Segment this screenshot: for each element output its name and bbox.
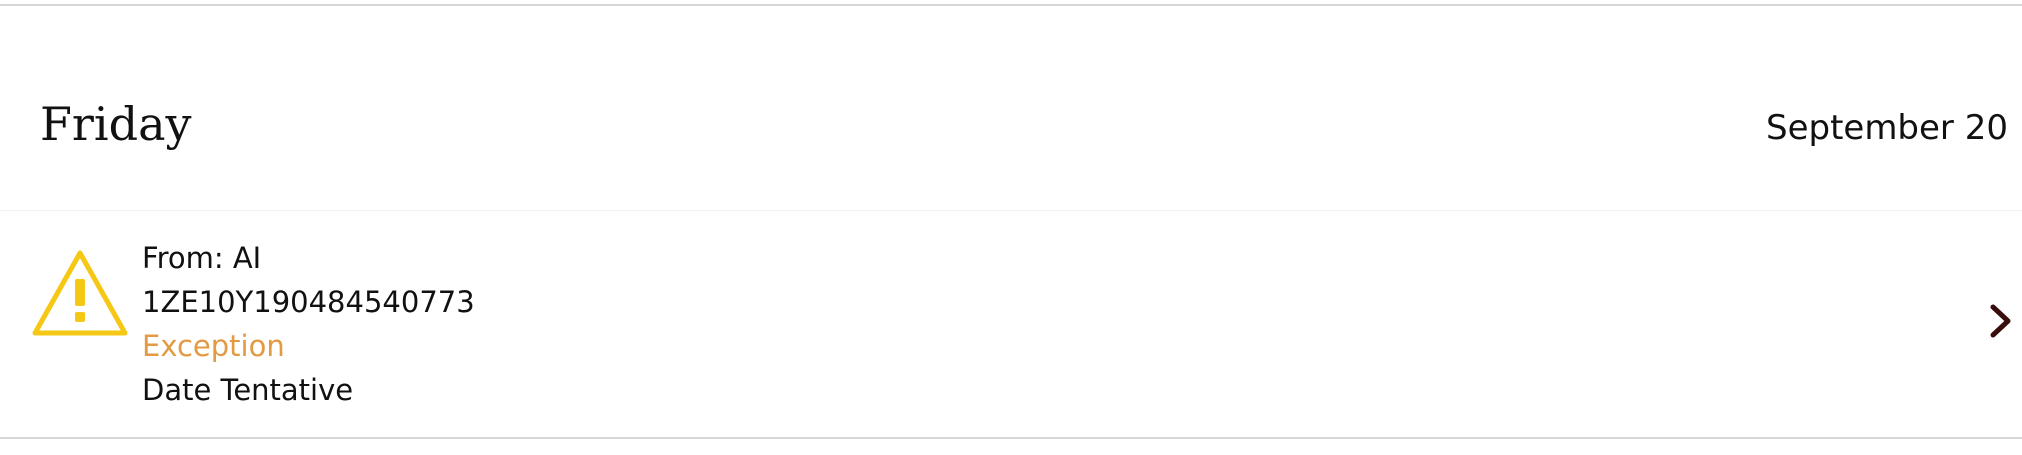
tracking-number: 1ZE10Y190484540773 — [142, 285, 475, 319]
delivery-date-status: Date Tentative — [142, 373, 354, 407]
shipment-details: From: AI 1ZE10Y190484540773 Exception Da… — [142, 236, 475, 412]
shipment-from: From: AI — [142, 241, 262, 275]
bottom-divider — [0, 437, 2022, 439]
day-header: Friday September 20 — [0, 6, 2022, 211]
warning-triangle-icon — [32, 250, 128, 336]
day-name: Friday — [40, 97, 192, 151]
shipment-status: Exception — [142, 329, 285, 363]
day-date: September 20 — [1765, 108, 2008, 148]
shipment-list-item[interactable]: From: AI 1ZE10Y190484540773 Exception Da… — [0, 211, 2022, 437]
chevron-right-icon[interactable] — [1990, 303, 2012, 339]
